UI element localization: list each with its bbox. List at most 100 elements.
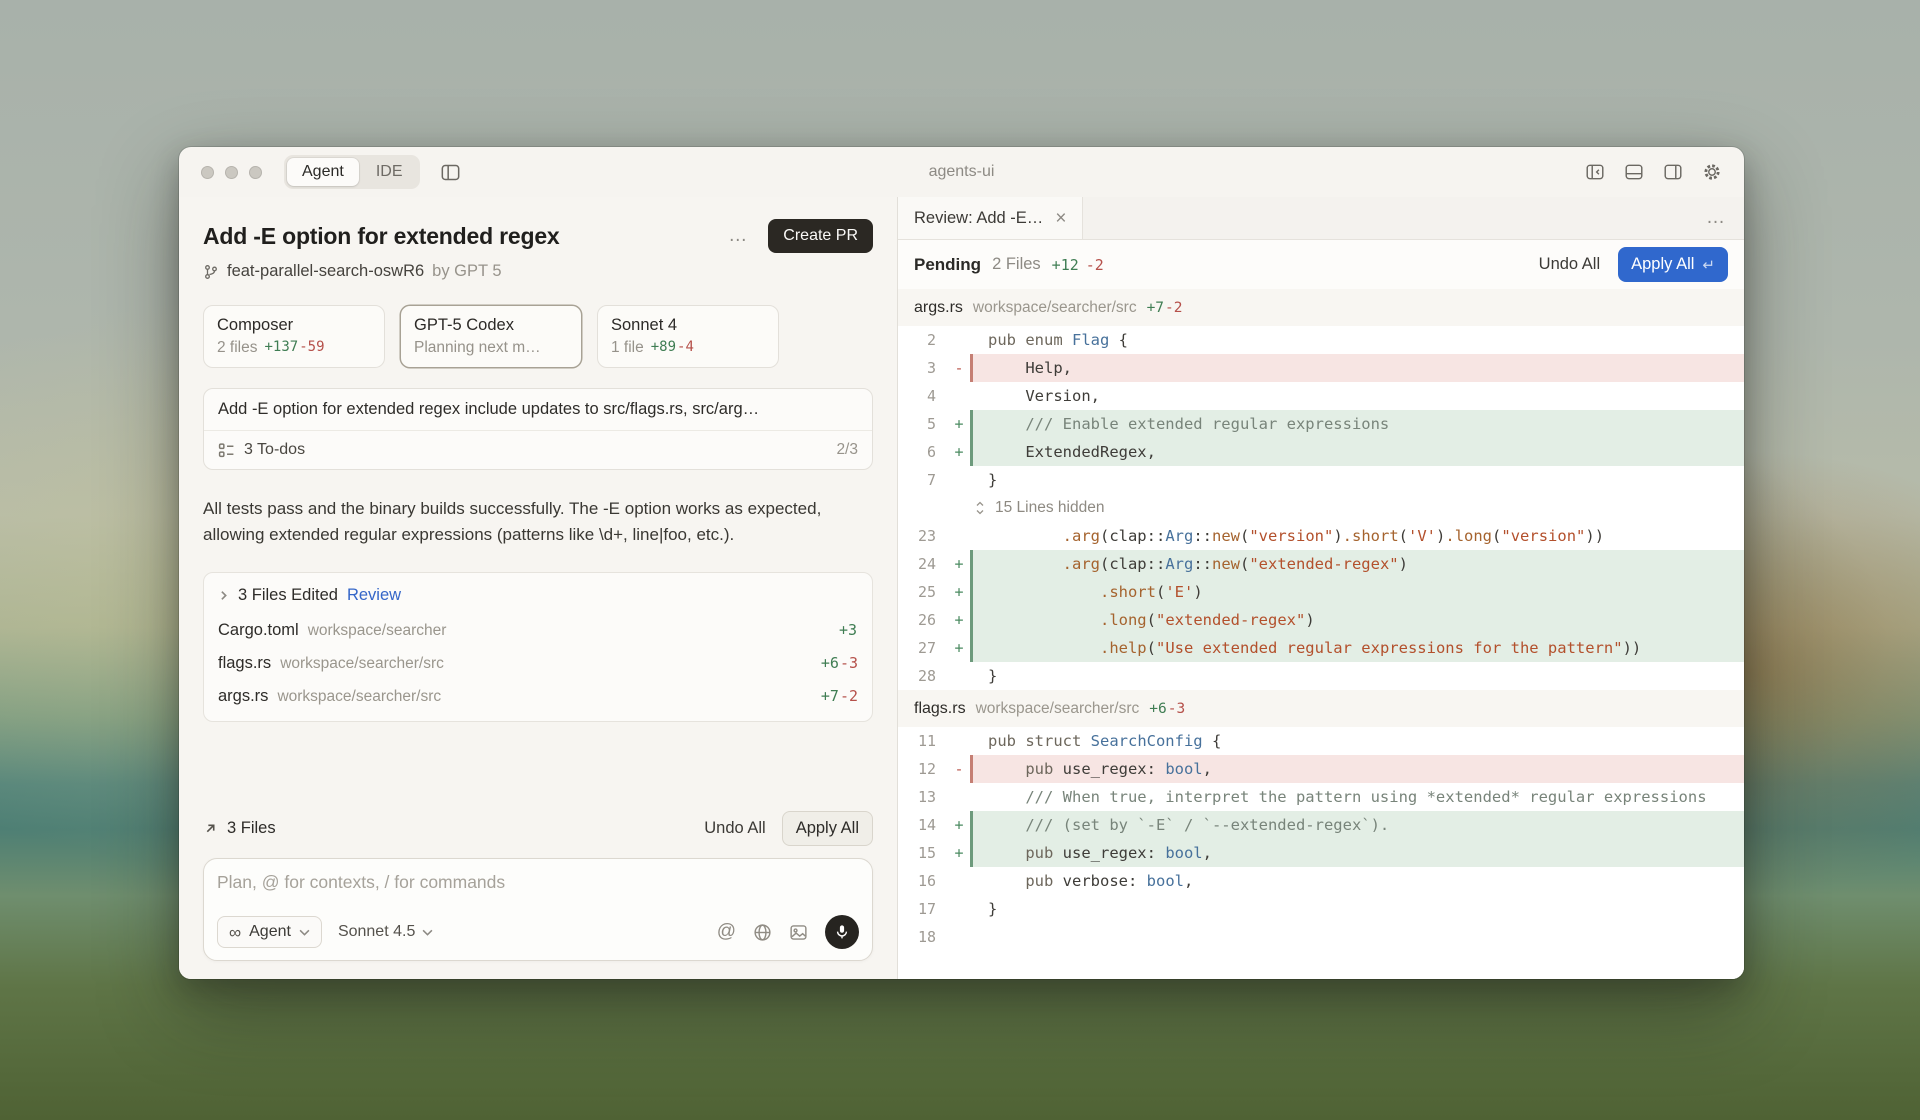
model-card-files: 2 files xyxy=(217,339,258,357)
chevron-down-icon xyxy=(299,929,310,936)
titlebar-actions xyxy=(1585,162,1722,182)
assistant-message: All tests pass and the binary builds suc… xyxy=(203,496,835,548)
line-number: 12 xyxy=(898,755,948,783)
code-token: Arg xyxy=(1165,555,1193,573)
code-text: /// Enable extended regular expressions xyxy=(970,410,1744,438)
branch-row: feat-parallel-search-oswR6 by GPT 5 xyxy=(203,262,873,281)
code-token: "Use extended regular expressions for th… xyxy=(1156,639,1623,657)
more-options-icon[interactable]: … xyxy=(728,225,748,247)
edited-file-row[interactable]: Cargo.tomlworkspace/searcher+3 xyxy=(204,614,872,647)
review-removed: -2 xyxy=(1086,256,1104,274)
diff-sign xyxy=(948,326,970,354)
files-edited-header[interactable]: 3 Files Edited Review xyxy=(204,577,872,614)
model-card-meta: 1 file+89-4 xyxy=(611,339,765,357)
code-text: .arg(clap::Arg::new("version").short('V'… xyxy=(970,522,1744,550)
file-name: Cargo.toml xyxy=(218,621,299,640)
diff-line: 27+ .help("Use extended regular expressi… xyxy=(898,634,1744,662)
code-token: ) xyxy=(1305,611,1314,629)
code-token: ( xyxy=(1156,583,1165,601)
sidebar-toggle-icon[interactable] xyxy=(440,162,461,183)
code-token: SearchConfig xyxy=(1091,732,1203,750)
model-card-added: +137 xyxy=(265,339,299,357)
todos-row[interactable]: 3 To-dos 2/3 xyxy=(204,431,872,469)
diff-line: 12- pub use_regex: bool, xyxy=(898,755,1744,783)
edited-file-row[interactable]: args.rsworkspace/searcher/src+7-2 xyxy=(204,680,872,713)
diff-line: 15+ pub use_regex: bool, xyxy=(898,839,1744,867)
panel-bottom-icon[interactable] xyxy=(1624,162,1644,182)
code-token xyxy=(988,611,1100,629)
session-title: Add -E option for extended regex xyxy=(203,223,560,250)
model-card[interactable]: Sonnet 41 file+89-4 xyxy=(597,305,779,368)
model-selector[interactable]: Sonnet 4.5 xyxy=(338,923,433,941)
code-token: ( xyxy=(1492,527,1501,545)
minimize-window-button[interactable] xyxy=(225,166,238,179)
diff-file-path: workspace/searcher/src xyxy=(973,299,1137,317)
code-token: ) xyxy=(1436,527,1445,545)
tab-ide[interactable]: IDE xyxy=(361,158,418,186)
edited-files-list: Cargo.tomlworkspace/searcher+3flags.rswo… xyxy=(204,614,872,713)
model-card-meta: 2 files +137-59 xyxy=(217,339,371,357)
diff-sign xyxy=(948,727,970,755)
code-text: /// (set by `-E` / `--extended-regex`). xyxy=(970,811,1744,839)
composer-input[interactable] xyxy=(217,872,859,893)
diff-line: 23 .arg(clap::Arg::new("version").short(… xyxy=(898,522,1744,550)
create-pr-button[interactable]: Create PR xyxy=(768,219,873,253)
task-summary[interactable]: Add -E option for extended regex include… xyxy=(204,389,872,431)
panel-left-collapse-icon[interactable] xyxy=(1585,162,1605,182)
hidden-lines-row[interactable]: 15 Lines hidden xyxy=(898,494,1744,522)
diff-sign: + xyxy=(948,811,970,839)
agent-mode-selector[interactable]: ∞ Agent xyxy=(217,916,322,948)
diff-line: 6+ ExtendedRegex, xyxy=(898,438,1744,466)
diff-sign: + xyxy=(948,438,970,466)
undo-all-button[interactable]: Undo All xyxy=(704,819,765,838)
code-text: .long("extended-regex") xyxy=(970,606,1744,634)
code-text: .arg(clap::Arg::new("extended-regex") xyxy=(970,550,1744,578)
review-link[interactable]: Review xyxy=(347,586,401,605)
code-token: (clap:: xyxy=(1100,555,1165,573)
diff-sign: + xyxy=(948,839,970,867)
panel-right-icon[interactable] xyxy=(1663,162,1683,182)
review-tab-label: Review: Add -E… xyxy=(914,209,1043,228)
review-apply-all-button[interactable]: Apply All ↵ xyxy=(1618,247,1728,282)
code-token: } xyxy=(988,900,997,918)
review-undo-all-button[interactable]: Undo All xyxy=(1539,255,1600,274)
zoom-window-button[interactable] xyxy=(249,166,262,179)
apply-all-button[interactable]: Apply All xyxy=(782,811,873,846)
review-tab[interactable]: Review: Add -E… × xyxy=(898,197,1083,239)
microphone-button[interactable] xyxy=(825,915,859,949)
edited-file-row[interactable]: flags.rsworkspace/searcher/src+6-3 xyxy=(204,647,872,680)
model-card[interactable]: GPT-5 CodexPlanning next m… xyxy=(400,305,582,368)
code-token xyxy=(988,872,1025,890)
edited-file-info: args.rsworkspace/searcher/src xyxy=(218,687,441,706)
chevron-down-icon xyxy=(422,929,433,936)
review-actions: Undo All Apply All ↵ xyxy=(1539,247,1728,282)
image-icon[interactable] xyxy=(789,923,808,942)
diff-line: 24+ .arg(clap::Arg::new("extended-regex"… xyxy=(898,550,1744,578)
todo-list-icon xyxy=(218,442,235,459)
tab-agent[interactable]: Agent xyxy=(287,158,359,186)
file-path: workspace/searcher xyxy=(308,622,447,640)
diff-file-name: args.rs xyxy=(914,299,963,317)
model-card-meta: Planning next m… xyxy=(414,339,568,357)
code-token: Flag xyxy=(1072,331,1109,349)
line-number: 3 xyxy=(898,354,948,382)
review-apply-all-label: Apply All xyxy=(1631,255,1694,274)
code-token xyxy=(988,527,1063,545)
diff-sign xyxy=(948,867,970,895)
mention-icon[interactable]: @ xyxy=(717,921,736,943)
model-card-removed: -59 xyxy=(299,339,324,357)
globe-icon[interactable] xyxy=(753,923,772,942)
settings-gear-icon[interactable] xyxy=(1702,162,1722,182)
diff-line: 13 /// When true, interpret the pattern … xyxy=(898,783,1744,811)
code-token: use_regex: xyxy=(1063,844,1166,862)
file-name: flags.rs xyxy=(218,654,271,673)
diff-sign: + xyxy=(948,634,970,662)
tabbar-more-options-icon[interactable]: … xyxy=(1688,197,1744,239)
close-window-button[interactable] xyxy=(201,166,214,179)
model-card[interactable]: Composer2 files+137-59 xyxy=(203,305,385,368)
diff-sign xyxy=(948,466,970,494)
close-tab-icon[interactable]: × xyxy=(1055,209,1066,228)
git-branch-icon xyxy=(203,264,219,280)
code-token: .arg xyxy=(1063,527,1100,545)
code-token: /// (set by `-E` / `--extended-regex`). xyxy=(988,816,1389,834)
